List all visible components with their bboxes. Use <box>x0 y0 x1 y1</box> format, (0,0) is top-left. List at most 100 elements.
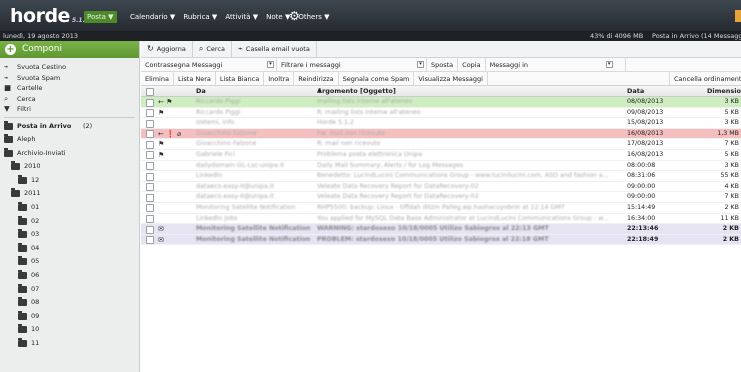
view-messages-button[interactable]: Visualizza Messaggi <box>414 72 488 85</box>
empty-mailbox-button[interactable]: ⌁ Casella email vuota <box>232 41 317 57</box>
message-checkbox[interactable] <box>146 98 154 107</box>
message-row[interactable]: dailydomain-GL-Lsc-unipa.it Daily Mail Su… <box>141 161 741 172</box>
folder-item[interactable]: 07 <box>0 283 139 297</box>
message-checkbox[interactable] <box>146 193 154 202</box>
folder-item[interactable]: 10 <box>0 323 139 337</box>
message-size: 5 KB <box>724 108 739 116</box>
empty-spam-link[interactable]: ⌁ Svuota Spam <box>0 73 139 84</box>
search-button[interactable]: ⌕ Cerca <box>193 41 232 57</box>
folder-item[interactable]: 02 <box>0 215 139 229</box>
chevron-down-icon: ▾ <box>417 61 424 68</box>
whitelist-button[interactable]: Lista Bianca <box>216 72 265 85</box>
menu-attivita[interactable]: Attività ▼ <box>225 11 258 23</box>
message-checkbox[interactable] <box>146 130 154 139</box>
blacklist-button[interactable]: Lista Nera <box>174 72 216 85</box>
folder-item[interactable]: 11 <box>0 337 139 351</box>
message-checkbox[interactable] <box>146 119 154 128</box>
folder-item[interactable]: 04 <box>0 242 139 256</box>
redirect-button[interactable]: Reindirizza <box>294 72 339 85</box>
mark-messages-select[interactable]: Contrassegna Messaggi ▾ <box>141 58 277 71</box>
gear-icon[interactable]: ⚙ <box>289 9 300 23</box>
message-checkbox[interactable] <box>146 172 154 181</box>
column-date[interactable]: Data <box>627 86 644 97</box>
folder-icon <box>18 242 27 252</box>
folder-item[interactable]: Aleph <box>0 133 139 147</box>
message-row[interactable]: ⚑ Riccardo Piggi R: mailing lists interne … <box>141 108 741 119</box>
message-row[interactable]: LinkedIn Benedetto: LucindLucini Communic… <box>141 171 741 182</box>
copy-button[interactable]: Copia <box>458 58 486 71</box>
filters-link[interactable]: ▼ Filtri <box>0 104 139 115</box>
message-checkbox[interactable] <box>146 151 154 160</box>
message-row[interactable]: ✉ Monitoring Satellite Notification WARNIN… <box>141 224 741 235</box>
messages-in-select[interactable]: Messaggi in ▾ <box>486 58 626 71</box>
folder-label: 01 <box>31 203 40 212</box>
folder-item[interactable]: 2010 <box>0 160 139 174</box>
message-checkbox[interactable] <box>146 109 154 118</box>
report-spam-button[interactable]: Segnala come Spam <box>339 72 415 85</box>
filter-messages-select[interactable]: Filtrare i messaggi ▾ <box>277 58 427 71</box>
message-checkbox[interactable] <box>146 225 154 234</box>
folder-item[interactable]: 01 <box>0 201 139 215</box>
forward-button[interactable]: Inoltra <box>264 72 295 85</box>
folder-icon <box>18 174 27 184</box>
refresh-button[interactable]: ↻ Aggiorna <box>141 41 193 57</box>
menu-calendario[interactable]: Calendario ▼ <box>130 11 175 23</box>
folder-item[interactable]: 09 <box>0 310 139 324</box>
folder-label: Aleph <box>17 135 36 144</box>
folder-item[interactable]: 2011 <box>0 187 139 201</box>
folder-item[interactable]: Archivio-Inviati <box>0 147 139 161</box>
message-date: 22:13:46 <box>627 225 659 233</box>
message-from: Gioacchino Falzone <box>196 129 257 137</box>
folder-item[interactable]: 05 <box>0 255 139 269</box>
folder-item[interactable]: Posta in Arrivo (2) <box>0 120 139 134</box>
horde-logo[interactable]: horde 5.1.2 <box>10 5 89 27</box>
message-checkbox[interactable] <box>146 162 154 171</box>
message-row[interactable]: ✉ Monitoring Satellite Notification PROBLE… <box>141 234 741 246</box>
notification-icon[interactable] <box>735 10 741 22</box>
broom-icon: ⌁ <box>4 62 9 71</box>
message-row[interactable]: ← ⚑ Riccardo Piggi mailing lists interne a… <box>141 97 741 108</box>
current-date: lunedì, 19 agosto 2013 <box>3 32 79 40</box>
app-posta-menu[interactable]: Posta ▼ <box>84 11 117 23</box>
message-row[interactable]: ⚑ Gioacchino Falzone R: mail non ricevute 1… <box>141 139 741 150</box>
menu-others[interactable]: Others ▼ <box>298 11 329 23</box>
delete-button[interactable]: Elimina <box>141 72 174 85</box>
folder-item[interactable]: 12 <box>0 174 139 188</box>
search-link[interactable]: ⌕ Cerca <box>0 94 139 105</box>
message-row[interactable]: dataeco.easy-II@unipa.it Veleate Data Rec… <box>141 182 741 193</box>
column-from[interactable]: Da <box>196 86 206 97</box>
column-size[interactable]: Dimensione <box>707 86 741 97</box>
message-status-icon: ⚑ <box>158 150 165 159</box>
message-row[interactable]: dataeco.easy-II@unipa.it Veleate Data Rec… <box>141 192 741 203</box>
message-subject: R: mail non ricevute <box>317 140 381 148</box>
folder-item[interactable]: 03 <box>0 228 139 242</box>
message-size: 2 KB <box>724 203 739 211</box>
message-checkbox[interactable] <box>146 140 154 149</box>
folder-item[interactable]: 08 <box>0 296 139 310</box>
clear-sort-button[interactable]: Cancella ordinamento <box>669 72 741 86</box>
message-from: Gabriele Fici <box>196 150 235 158</box>
folder-icon <box>18 324 27 334</box>
message-checkbox[interactable] <box>146 236 154 245</box>
message-checkbox[interactable] <box>146 204 154 213</box>
message-checkbox[interactable] <box>146 215 154 224</box>
message-row[interactable]: Monitoring Satellite Notification RHP5500… <box>141 203 741 214</box>
folder-item[interactable]: 06 <box>0 269 139 283</box>
select-all-checkbox[interactable] <box>146 87 154 96</box>
empty-trash-link[interactable]: ⌁ Svuota Cestino <box>0 62 139 73</box>
menu-note[interactable]: Note ▼ <box>266 11 290 23</box>
message-from: Gioacchino Falzone <box>196 140 257 148</box>
move-button[interactable]: Sposta <box>427 58 459 71</box>
folders-link[interactable]: ■ Cartelle <box>0 83 139 94</box>
message-from: Riccardo Piggi <box>196 98 241 105</box>
message-checkbox[interactable] <box>146 183 154 192</box>
message-date: 15:14:49 <box>627 203 656 211</box>
message-status-icon: ⚑ <box>158 108 165 117</box>
message-subject: Veleate Data Recovery Report for DataRec… <box>317 182 479 190</box>
menu-rubrica[interactable]: Rubrica ▼ <box>183 11 217 23</box>
message-row[interactable]: LinkedIn Jobs You applied for MySQL Data … <box>141 214 741 225</box>
compose-button[interactable]: + Componi <box>0 41 139 58</box>
message-row[interactable]: ← ❗ ⌀ Gioacchino Falzone Fw: mail non rice… <box>141 128 741 140</box>
message-row[interactable]: ⚑ Gabriele Fici Problema posta elettronica… <box>141 150 741 161</box>
message-row[interactable]: sistemi, info Horde 5.1.2 15/08/2013 3 KB <box>141 118 741 129</box>
